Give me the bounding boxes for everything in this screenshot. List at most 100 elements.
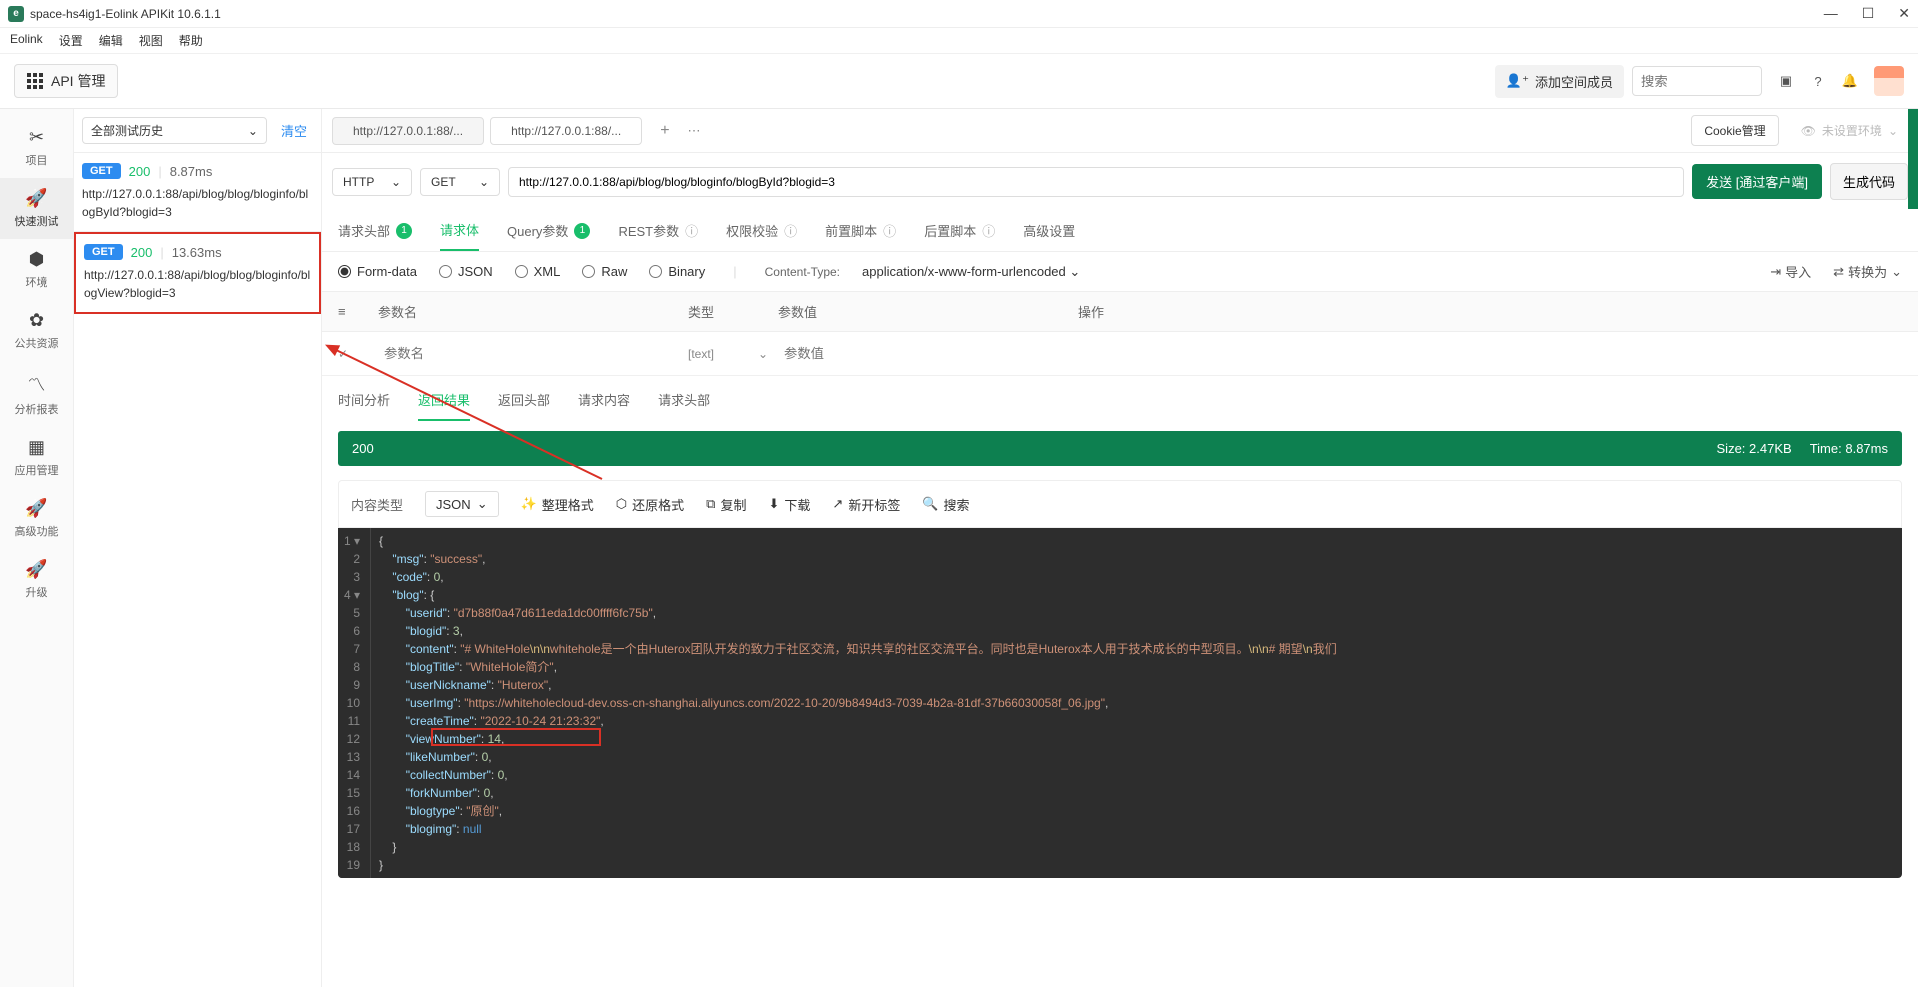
param-value-input[interactable]	[778, 340, 1068, 367]
tab-label: Query参数	[507, 221, 568, 240]
radio-binary[interactable]: Binary	[649, 264, 705, 279]
rail-public[interactable]: ✿公共资源	[0, 300, 73, 361]
history-filter-select[interactable]: 全部测试历史⌄	[82, 117, 267, 144]
protocol-select[interactable]: HTTP⌄	[332, 168, 412, 196]
import-button[interactable]: ⇥导入	[1770, 262, 1811, 281]
rail-report[interactable]: 〽分析报表	[0, 361, 73, 427]
tab-body[interactable]: 请求体	[440, 210, 479, 251]
url-input[interactable]	[508, 167, 1684, 197]
minimize-icon[interactable]: —	[1824, 5, 1838, 22]
environment-select[interactable]: 👁 未设置环境 ⌄	[1791, 116, 1908, 145]
add-space-member-button[interactable]: 👤⁺ 添加空间成员	[1495, 65, 1624, 98]
rail-upgrade[interactable]: 🚀升级	[0, 549, 73, 610]
format-select[interactable]: JSON⌄	[425, 491, 499, 517]
tab-label: 前置脚本	[825, 221, 877, 240]
rail-quicktest[interactable]: 🚀快速测试	[0, 178, 73, 239]
rail-label: 环境	[26, 274, 48, 290]
tab-label: 请求头部	[338, 221, 390, 240]
maximize-icon[interactable]: ☐	[1862, 5, 1875, 22]
tab-advanced[interactable]: 高级设置	[1023, 211, 1075, 250]
cookie-manage-button[interactable]: Cookie管理	[1691, 115, 1778, 146]
badge-count: 1	[574, 223, 590, 239]
tools-icon: ✂	[29, 127, 44, 148]
content-type-value[interactable]: application/x-www-form-urlencoded ⌄	[862, 264, 1080, 280]
resp-tab-timing[interactable]: 时间分析	[338, 390, 390, 421]
bell-icon[interactable]: 🔔	[1834, 65, 1866, 97]
param-name-input[interactable]	[378, 340, 678, 367]
api-mgmt-label: API 管理	[51, 71, 105, 91]
radio-xml[interactable]: XML	[515, 264, 561, 279]
action-label: 复制	[720, 495, 746, 514]
protocol-label: HTTP	[343, 175, 374, 189]
apps-icon: ▦	[28, 437, 45, 458]
tab-auth[interactable]: 权限校验ⓘ	[726, 211, 797, 250]
check-icon[interactable]: ✓	[338, 347, 378, 361]
menu-edit[interactable]: 编辑	[99, 32, 123, 49]
url-tab[interactable]: http://127.0.0.1:88/...	[332, 117, 484, 145]
tab-rest[interactable]: REST参数ⓘ	[618, 211, 698, 250]
resp-tab-reqcontent[interactable]: 请求内容	[578, 390, 630, 421]
tab-label: REST参数	[618, 221, 679, 240]
radio-json[interactable]: JSON	[439, 264, 493, 279]
radio-label: XML	[534, 264, 561, 279]
content-type-label: Content-Type:	[765, 265, 840, 279]
rail-apps[interactable]: ▦应用管理	[0, 427, 73, 488]
help-icon[interactable]: ?	[1802, 65, 1834, 97]
col-type: 类型	[688, 302, 778, 321]
newtab-button[interactable]: ↗ 新开标签	[832, 495, 900, 514]
tab-postscript[interactable]: 后置脚本ⓘ	[924, 211, 995, 250]
tab-label: 权限校验	[726, 221, 778, 240]
add-tab-icon[interactable]: +	[648, 122, 681, 140]
menu-settings[interactable]: 设置	[59, 32, 83, 49]
rail-project[interactable]: ✂ 项目	[0, 117, 73, 178]
menu-eolink[interactable]: Eolink	[10, 32, 43, 49]
radio-raw[interactable]: Raw	[582, 264, 627, 279]
resp-tab-respheader[interactable]: 返回头部	[498, 390, 550, 421]
more-tabs-icon[interactable]: ⋯	[688, 123, 701, 139]
external-icon: ↗	[832, 496, 843, 512]
method-select[interactable]: GET⌄	[420, 168, 500, 196]
close-icon[interactable]: ✕	[1898, 5, 1910, 22]
param-type-select[interactable]: [text]⌄	[688, 347, 768, 361]
download-button[interactable]: ⬇下载	[768, 495, 810, 514]
rail-env[interactable]: ⬢环境	[0, 239, 73, 300]
restore-button[interactable]: ⬡还原格式	[616, 495, 684, 514]
resp-tab-reqheader[interactable]: 请求头部	[658, 390, 710, 421]
resp-tab-result[interactable]: 返回结果	[418, 390, 470, 421]
drag-icon: ≡	[338, 304, 378, 319]
rail-advanced[interactable]: 🚀高级功能	[0, 488, 73, 549]
window-titlebar: e space-hs4ig1-Eolink APIKit 10.6.1.1 — …	[0, 0, 1918, 28]
params-header: ≡ 参数名 类型 参数值 操作	[322, 291, 1918, 332]
search-input[interactable]	[1632, 66, 1762, 96]
request-tabs: 请求头部1 请求体 Query参数 1 REST参数ⓘ 权限校验ⓘ 前置脚本ⓘ 后…	[322, 210, 1918, 252]
rail-label: 快速测试	[15, 213, 59, 229]
action-label: 下载	[784, 495, 810, 514]
convert-button[interactable]: ⇄转换为⌄	[1833, 262, 1902, 281]
url-tab[interactable]: http://127.0.0.1:88/...	[490, 117, 642, 145]
copy-button[interactable]: ⧉复制	[706, 495, 746, 514]
rail-label: 公共资源	[15, 335, 59, 351]
tab-query[interactable]: Query参数 1	[507, 211, 590, 250]
send-button[interactable]: 发送 [通过客户端]	[1692, 164, 1822, 199]
content-type-label: 内容类型	[351, 495, 403, 514]
menu-view[interactable]: 视图	[139, 32, 163, 49]
calendar-icon[interactable]: ▣	[1770, 65, 1802, 97]
chevron-down-icon: ⌄	[1888, 124, 1898, 138]
scrollbar[interactable]	[1908, 109, 1918, 209]
avatar[interactable]	[1874, 66, 1904, 96]
history-item-selected[interactable]: GET 200 | 13.63ms http://127.0.0.1:88/ap…	[74, 232, 321, 314]
radio-formdata[interactable]: Form-data	[338, 264, 417, 279]
api-management-button[interactable]: API 管理	[14, 64, 118, 98]
clear-history-link[interactable]: 清空	[275, 121, 313, 140]
search-response-button[interactable]: 🔍搜索	[922, 495, 969, 514]
tab-headers[interactable]: 请求头部1	[338, 211, 412, 250]
action-label: 新开标签	[848, 495, 900, 514]
response-code-viewer[interactable]: 1 ▾2 3 4 ▾5 6 7 8 9 10 11 12 13 14 15 16…	[338, 528, 1902, 878]
rail-label: 项目	[26, 152, 48, 168]
tab-prescript[interactable]: 前置脚本ⓘ	[825, 211, 896, 250]
menu-help[interactable]: 帮助	[179, 32, 203, 49]
history-item[interactable]: GET 200 | 8.87ms http://127.0.0.1:88/api…	[74, 153, 321, 232]
url-tabs-row: http://127.0.0.1:88/... http://127.0.0.1…	[322, 109, 1918, 153]
generate-code-button[interactable]: 生成代码	[1830, 163, 1908, 200]
tidy-button[interactable]: ✨整理格式	[521, 495, 594, 514]
